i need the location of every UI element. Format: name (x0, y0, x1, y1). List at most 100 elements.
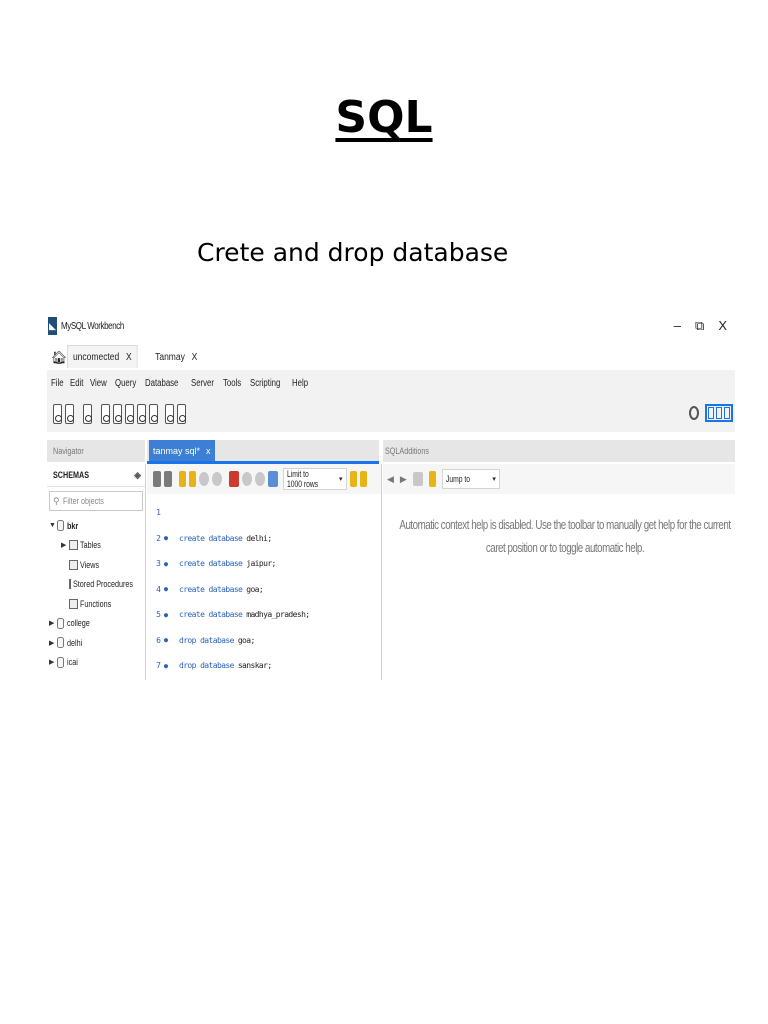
code-line[interactable]: 5 ● create database madhya_pradesh; (147, 602, 381, 628)
chevron-right-icon[interactable]: ▶ (61, 541, 69, 549)
line-number: 2 (156, 533, 161, 543)
create-procedure-icon[interactable] (137, 404, 146, 424)
window-titlebar: ◣ MySQL Workbench – ⧉ X (47, 312, 735, 340)
close-icon[interactable]: X (192, 352, 198, 363)
sql-keyword: create database (179, 610, 243, 620)
commit-icon[interactable] (242, 472, 252, 486)
statement-dot-icon: ● (163, 661, 169, 670)
limit-rows-select[interactable]: Limit to 1000 rows ▾ (283, 468, 347, 490)
chevron-down-icon: ▾ (492, 476, 496, 483)
find-icon[interactable] (359, 471, 367, 487)
panel-layout-icon[interactable] (705, 404, 733, 422)
close-icon[interactable]: x (206, 446, 211, 456)
manual-help-icon[interactable] (412, 472, 423, 486)
tree-item[interactable]: Stored Procedures (47, 575, 145, 595)
tree-item[interactable]: ▶ delhi (47, 633, 145, 653)
execute-icon[interactable] (179, 471, 186, 487)
close-icon[interactable]: X (126, 352, 132, 363)
stop-icon[interactable] (212, 472, 222, 486)
sql-additions-header-label: SQLAdditions (385, 446, 430, 456)
code-line[interactable]: 3 ● create database jaipur; (147, 551, 381, 577)
code-line[interactable]: 1 (147, 500, 381, 526)
beautify-icon[interactable] (349, 471, 357, 487)
tree-item[interactable]: ▶ college (47, 614, 145, 634)
create-schema-icon[interactable] (101, 404, 110, 424)
statement-dot-icon: ● (163, 585, 169, 594)
menu-view[interactable]: View (90, 378, 107, 389)
tree-item-label: college (67, 618, 90, 629)
new-sql-tab-icon[interactable] (53, 404, 62, 424)
create-view-icon[interactable] (125, 404, 134, 424)
refresh-icon[interactable]: ◈ (134, 470, 141, 481)
restore-button[interactable]: ⧉ (695, 318, 704, 334)
toggle-error-icon[interactable] (229, 471, 239, 487)
menu-file[interactable]: File (51, 378, 64, 389)
create-function-icon[interactable] (149, 404, 158, 424)
tab-tanmay[interactable]: Tanmay X (150, 346, 202, 368)
sql-keyword: create database (179, 584, 243, 594)
statement-dot-icon: ● (163, 636, 169, 645)
line-number: 4 (156, 584, 161, 594)
tab-tanmay-sql[interactable]: tanmay sql* x (149, 440, 215, 461)
sql-identifier: sanskar; (237, 661, 272, 671)
menu-tools[interactable]: Tools (223, 378, 241, 389)
tree-item[interactable]: Views (47, 555, 145, 575)
code-line[interactable]: 7 ● drop database sanskar; (147, 653, 381, 679)
menu-query[interactable]: Query (115, 378, 136, 389)
jump-to-select[interactable]: Jump to ▾ (441, 469, 500, 489)
home-icon[interactable]: 🏠︎ (51, 348, 68, 368)
sql-identifier: goa; (237, 635, 255, 645)
tree-item[interactable]: Functions (47, 594, 145, 614)
editor-tab-label: tanmay sql* (153, 445, 201, 456)
inspector-icon[interactable] (83, 404, 92, 424)
save-icon[interactable] (164, 471, 172, 487)
auto-help-icon[interactable] (428, 471, 436, 487)
menu-server[interactable]: Server (191, 378, 214, 389)
code-line[interactable]: 2 ● create database delhi; (147, 526, 381, 552)
search-table-data-icon[interactable] (165, 404, 174, 424)
execute-current-icon[interactable] (189, 471, 196, 487)
tree-item[interactable]: ▶ Tables (47, 536, 145, 556)
tree-item[interactable]: ▼ bkr (47, 516, 145, 536)
code-line[interactable]: 6 ● drop database goa; (147, 628, 381, 654)
tab-uncomected[interactable]: uncomected X (67, 345, 138, 368)
explain-icon[interactable] (199, 472, 209, 486)
minimize-button[interactable]: – (674, 318, 681, 334)
chevron-right-icon[interactable]: ▶ (49, 658, 57, 666)
database-icon (57, 637, 64, 649)
rollback-icon[interactable] (255, 472, 265, 486)
back-arrow-icon[interactable]: ◀ (387, 474, 394, 485)
filter-objects-input[interactable]: ⚲ Filter objects (49, 491, 143, 511)
create-table-icon[interactable] (113, 404, 122, 424)
chevron-down-icon: ▾ (339, 476, 343, 483)
main-toolbar (47, 396, 735, 432)
menu-edit[interactable]: Edit (70, 378, 83, 389)
schemas-label: SCHEMAS (53, 470, 90, 480)
chevron-down-icon[interactable]: ▼ (49, 522, 57, 529)
sql-identifier: goa; (246, 584, 264, 594)
navigator-panel: SCHEMAS ◈ ⚲ Filter objects ▼ bkr ▶ Table… (47, 464, 146, 680)
sql-additions-panel: ◀ ▶ Jump to ▾ Automatic context help is … (383, 464, 735, 680)
open-sql-script-icon[interactable] (65, 404, 74, 424)
chevron-right-icon[interactable]: ▶ (49, 619, 57, 627)
code-area[interactable]: 1 2 ● create database delhi; 3 ● create … (147, 494, 381, 679)
right-tools (689, 404, 733, 422)
code-line[interactable]: 4 ● create database goa; (147, 577, 381, 603)
database-icon (57, 520, 64, 532)
autocommit-icon[interactable] (268, 471, 278, 487)
statement-dot-icon: ● (163, 534, 169, 543)
menu-help[interactable]: Help (292, 378, 308, 389)
sql-identifier: jaipur; (246, 559, 276, 569)
gear-icon[interactable] (689, 406, 699, 420)
sql-additions-toolbar: ◀ ▶ Jump to ▾ (383, 464, 735, 494)
tree-item[interactable]: ▶ icai (47, 653, 145, 673)
function-folder-icon (69, 598, 78, 609)
menu-scripting[interactable]: Scripting (250, 378, 280, 389)
jump-to-label: Jump to (445, 474, 470, 484)
close-button[interactable]: X (718, 318, 727, 334)
chevron-right-icon[interactable]: ▶ (49, 639, 57, 647)
forward-arrow-icon[interactable]: ▶ (400, 474, 407, 485)
menu-database[interactable]: Database (145, 378, 178, 389)
open-file-icon[interactable] (153, 471, 161, 487)
reconnect-icon[interactable] (177, 404, 186, 424)
